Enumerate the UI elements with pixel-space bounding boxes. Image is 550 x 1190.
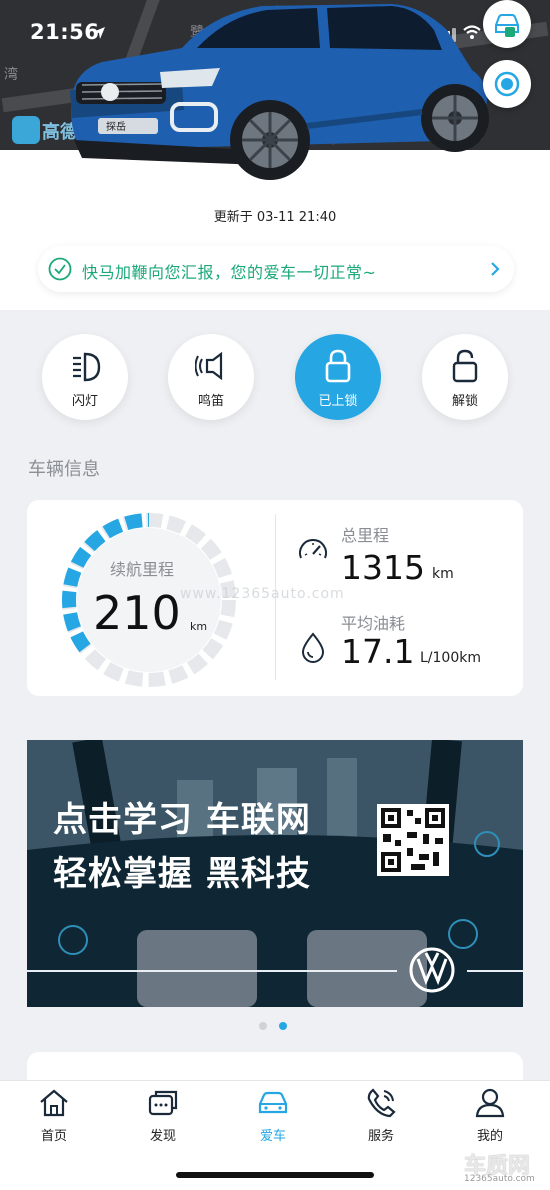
range-unit: km — [190, 620, 208, 633]
section-title-vehicle-info: 车辆信息 — [28, 459, 100, 480]
notice-text: 快马加鞭向您汇报，您的爱车一切正常~ — [82, 263, 377, 282]
vw-logo-icon — [409, 947, 455, 993]
tab-discover-label: 发现 — [149, 1129, 176, 1144]
target-icon — [494, 71, 520, 97]
headlight-icon — [73, 352, 101, 382]
mileage-label: 总里程 — [341, 526, 390, 545]
fuel-consumption-unit: L/100km — [420, 650, 481, 666]
discover-icon — [148, 1090, 178, 1116]
odometer-icon — [299, 539, 327, 559]
mileage-unit: km — [432, 566, 454, 582]
vehicle-status-button[interactable] — [483, 0, 531, 48]
home-icon — [40, 1089, 68, 1117]
profile-icon — [475, 1088, 505, 1118]
qr-code — [377, 804, 449, 876]
fuel-consumption-value: 17.1 — [341, 632, 415, 671]
locate-vehicle-button[interactable] — [483, 60, 531, 108]
promo-banner[interactable]: 点击学习 车联网 轻松掌握 黑科技 — [27, 740, 523, 1007]
home-indicator[interactable] — [176, 1172, 374, 1178]
check-circle-icon — [48, 257, 72, 281]
chevron-right-icon — [491, 262, 500, 276]
map-provider-logo — [12, 116, 40, 144]
banner-divider-left — [27, 970, 397, 972]
flash-lights-button[interactable]: 闪灯 — [42, 334, 128, 420]
fuel-drop-icon — [301, 632, 325, 663]
tab-service-label: 服务 — [367, 1129, 394, 1144]
tab-my-car[interactable]: 爱车 — [233, 1087, 313, 1147]
vehicle-status-notice[interactable]: 快马加鞭向您汇报，您的爱车一切正常~ — [38, 246, 514, 292]
banner-divider-right — [467, 970, 523, 972]
range-label: 续航里程 — [109, 560, 174, 579]
locked-icon — [325, 349, 351, 383]
unlock-button[interactable]: 解锁 — [422, 334, 508, 420]
tab-my-car-label: 爱车 — [259, 1129, 286, 1144]
flash-lights-label: 闪灯 — [71, 394, 98, 409]
license-plate: 探岳 — [106, 120, 126, 133]
horn-icon — [195, 351, 223, 381]
unlock-icon — [452, 349, 478, 383]
watermark-url: 12365auto.com — [464, 1174, 535, 1184]
lock-label: 已上锁 — [318, 394, 358, 409]
vehicle-image: 探岳 — [70, 4, 489, 180]
tab-home[interactable]: 首页 — [14, 1087, 94, 1147]
range-value: 210 — [93, 586, 181, 640]
tab-service[interactable]: 服务 — [341, 1087, 421, 1147]
car-check-icon — [495, 14, 519, 37]
unlock-label: 解锁 — [451, 394, 478, 409]
mileage-value: 1315 — [341, 548, 425, 587]
carousel-dot[interactable] — [259, 1022, 267, 1030]
map-label: 湾 — [4, 67, 18, 83]
car-icon — [258, 1091, 288, 1114]
fuel-consumption-label: 平均油耗 — [341, 614, 406, 633]
honk-label: 鸣笛 — [197, 394, 224, 409]
banner-headline-2: 轻松掌握 黑科技 — [53, 854, 311, 894]
lock-button[interactable]: 已上锁 — [295, 334, 381, 420]
carousel-indicator — [259, 1022, 287, 1030]
tab-home-label: 首页 — [40, 1129, 67, 1144]
honk-button[interactable]: 鸣笛 — [168, 334, 254, 420]
carousel-dot-active[interactable] — [279, 1022, 287, 1030]
last-updated-text: 更新于 03-11 21:40 — [213, 210, 337, 225]
phone-icon — [367, 1088, 396, 1118]
watermark: www.12365auto.com — [180, 586, 345, 602]
banner-headline-1: 点击学习 车联网 — [53, 800, 311, 840]
tab-profile[interactable]: 我的 — [450, 1087, 530, 1147]
tab-discover[interactable]: 发现 — [123, 1087, 203, 1147]
tab-profile-label: 我的 — [476, 1129, 503, 1144]
